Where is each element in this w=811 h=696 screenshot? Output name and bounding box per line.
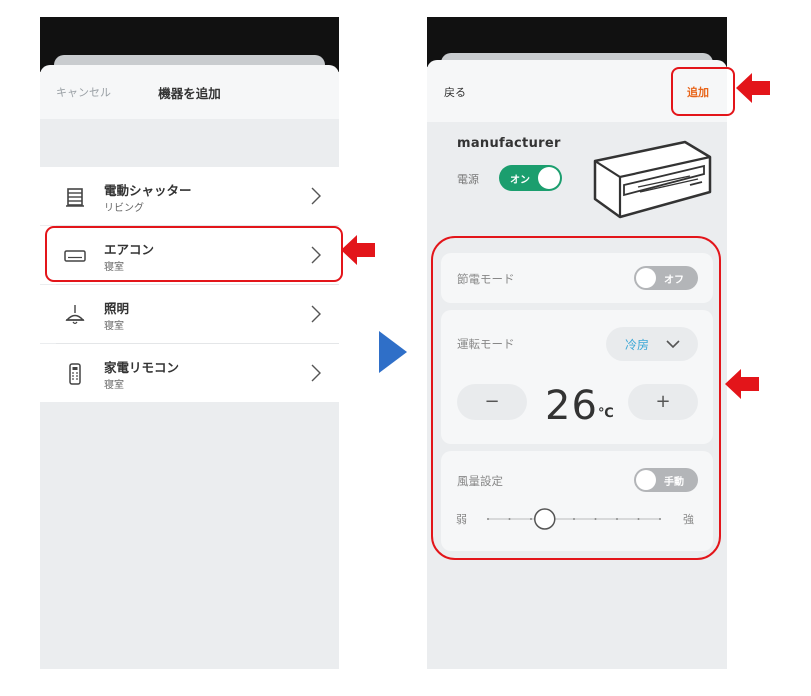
power-toggle-state: オン [510,175,530,186]
device-item-light[interactable]: 照明 寝室 [40,285,339,343]
shutter-icon [66,188,84,207]
highlight-settings [431,236,721,560]
arrow-left-icon [341,235,375,265]
device-room: 寝室 [104,380,124,391]
chevron-right-icon [311,364,321,382]
device-room: リビング [104,203,144,214]
power-toggle[interactable]: オン [499,165,562,191]
manufacturer-label: manufacturer [457,136,561,151]
ceiling-lamp-icon [65,305,85,325]
device-item-shutter[interactable]: 電動シャッター リビング [40,167,339,225]
device-name: 電動シャッター [104,183,192,198]
chevron-right-icon [311,305,321,323]
back-button[interactable]: 戻る [444,84,466,100]
add-device-header: キャンセル 機器を追加 [40,65,339,119]
aircon-illustration-icon [593,140,712,219]
highlight-add-button [671,67,735,116]
device-name: 照明 [104,301,130,316]
page-title: 機器を追加 [158,86,221,101]
add-device-screen: キャンセル 機器を追加 電動シャッター リビング エアコン 寝室 照明 寝室 家… [40,17,339,669]
power-label: 電源 [457,173,479,186]
device-item-remote[interactable]: 家電リモコン 寝室 [40,344,339,402]
arrow-left-icon [736,73,770,103]
chevron-right-icon [311,187,321,205]
device-name: 家電リモコン [104,360,180,375]
highlight-aircon [45,226,343,282]
toggle-knob [538,167,560,189]
device-room: 寝室 [104,321,124,332]
arrow-left-icon [725,369,759,399]
next-step-arrow-icon [379,331,407,373]
remote-control-icon [69,363,81,385]
